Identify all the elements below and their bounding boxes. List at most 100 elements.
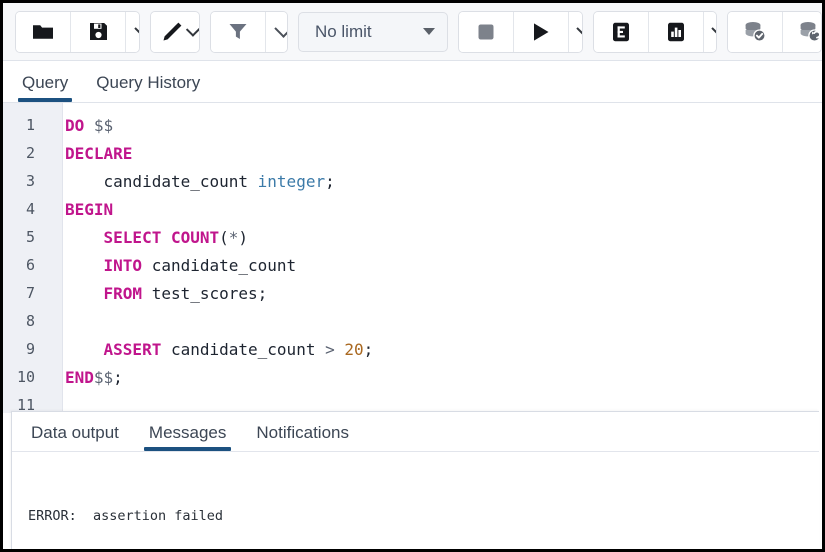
transaction-button-group	[727, 11, 822, 53]
explain-button-group	[593, 11, 718, 53]
code-token: candidate_count	[161, 340, 325, 359]
editor-line: 4 BEGIN	[3, 195, 822, 223]
line-text: DECLARE	[49, 144, 132, 163]
open-file-button[interactable]	[16, 12, 71, 52]
code-token: COUNT	[171, 228, 219, 247]
line-number: 4	[3, 200, 49, 218]
tab-query-history[interactable]: Query History	[93, 73, 203, 102]
stop-square-icon	[477, 23, 495, 41]
save-file-icon	[89, 22, 108, 41]
execute-options-dropdown[interactable]	[569, 12, 583, 52]
line-text: DO $$	[49, 116, 113, 135]
code-token	[84, 116, 94, 135]
editor-code-area[interactable]: 1DO $$2DECLARE3 candidate_count integer;…	[3, 103, 822, 413]
line-number: 1	[3, 116, 49, 134]
chevron-down-icon	[134, 19, 140, 37]
execute-button-group	[458, 11, 583, 53]
editor-line: 11	[3, 391, 822, 413]
rollback-database-undo-icon	[799, 21, 822, 42]
code-token: ;	[364, 340, 374, 359]
line-text: candidate_count integer;	[49, 172, 335, 191]
editor-line: 10 END$$;	[3, 363, 822, 391]
pgadmin-query-tool-window: No limit	[0, 0, 825, 552]
code-token: ASSERT	[104, 340, 162, 359]
row-limit-select[interactable]: No limit	[298, 12, 448, 52]
code-token: >	[325, 340, 335, 359]
message-line: ERROR: assertion failed	[28, 506, 819, 527]
code-token: SELECT	[104, 228, 162, 247]
tab-messages-label: Messages	[149, 423, 226, 442]
filter-button[interactable]	[211, 12, 266, 52]
line-text: ASSERT candidate_count > 20;	[49, 340, 373, 359]
rollback-button[interactable]	[783, 12, 822, 52]
editor-line: 8	[3, 307, 822, 335]
editor-line: 5 SELECT COUNT(*)	[3, 223, 822, 251]
filter-options-dropdown[interactable]	[266, 12, 288, 52]
code-token: ;	[325, 172, 335, 191]
code-token: BEGIN	[65, 200, 113, 219]
query-tab-bar: Query Query History	[3, 61, 822, 103]
play-triangle-icon	[532, 22, 550, 42]
edit-button[interactable]	[151, 12, 201, 52]
pencil-edit-icon	[161, 21, 183, 43]
line-number: 9	[3, 340, 49, 358]
chevron-down-icon	[711, 19, 717, 37]
code-token: integer	[258, 172, 325, 191]
code-token: *	[229, 228, 239, 247]
save-options-dropdown[interactable]	[126, 12, 140, 52]
tab-data-output[interactable]: Data output	[28, 423, 122, 451]
line-number: 10	[3, 368, 49, 386]
code-token: DO	[65, 116, 84, 135]
code-token	[65, 284, 104, 303]
code-token: $$	[94, 368, 113, 387]
code-token: $$	[94, 116, 113, 135]
code-token: (	[219, 228, 229, 247]
explain-button[interactable]	[594, 12, 649, 52]
line-number: 2	[3, 144, 49, 162]
filter-button-group	[210, 11, 288, 53]
code-token: FROM	[104, 284, 143, 303]
line-number: 5	[3, 228, 49, 246]
code-token: ;	[113, 368, 123, 387]
code-token: 20	[344, 340, 363, 359]
line-number: 6	[3, 256, 49, 274]
code-token: candidate_count	[65, 172, 258, 191]
code-token: END	[65, 368, 94, 387]
tab-data-output-label: Data output	[31, 423, 119, 442]
tab-query-label: Query	[22, 73, 68, 92]
tab-notifications[interactable]: Notifications	[253, 423, 352, 451]
tab-notifications-label: Notifications	[256, 423, 349, 442]
folder-open-icon	[32, 23, 54, 41]
output-panel: Data output Messages Notifications ERROR…	[11, 411, 819, 549]
line-number: 3	[3, 172, 49, 190]
save-file-button[interactable]	[71, 12, 126, 52]
triangle-down-icon	[423, 28, 435, 35]
chevron-down-icon	[185, 21, 200, 37]
editor-line: 9 ASSERT candidate_count > 20;	[3, 335, 822, 363]
execute-query-button[interactable]	[514, 12, 569, 52]
tab-query[interactable]: Query	[19, 73, 71, 102]
query-tool-toolbar: No limit	[3, 3, 822, 61]
commit-button[interactable]	[728, 12, 783, 52]
line-text: INTO candidate_count	[49, 256, 296, 275]
line-text: SELECT COUNT(*)	[49, 228, 248, 247]
explain-analyze-button[interactable]	[649, 12, 704, 52]
code-token: candidate_count	[142, 256, 296, 275]
editor-line: 2 DECLARE	[3, 139, 822, 167]
sql-editor[interactable]: 1DO $$2DECLARE3 candidate_count integer;…	[3, 103, 822, 413]
stop-button[interactable]	[459, 12, 514, 52]
line-number: 7	[3, 284, 49, 302]
tab-query-history-label: Query History	[96, 73, 200, 92]
tab-messages[interactable]: Messages	[146, 423, 229, 451]
code-token: DECLARE	[65, 144, 132, 163]
line-text: FROM test_scores;	[49, 284, 267, 303]
commit-database-check-icon	[744, 21, 767, 42]
code-token: )	[238, 228, 248, 247]
explain-analyze-chart-icon	[666, 22, 686, 42]
editor-line: 3 candidate_count integer;	[3, 167, 822, 195]
editor-line: 1DO $$	[3, 111, 822, 139]
filter-funnel-icon	[228, 22, 248, 41]
explain-options-dropdown[interactable]	[704, 12, 718, 52]
messages-content: ERROR: assertion failed CONTEXT: PL/pgSQ…	[12, 452, 819, 552]
explain-e-icon	[611, 22, 631, 42]
